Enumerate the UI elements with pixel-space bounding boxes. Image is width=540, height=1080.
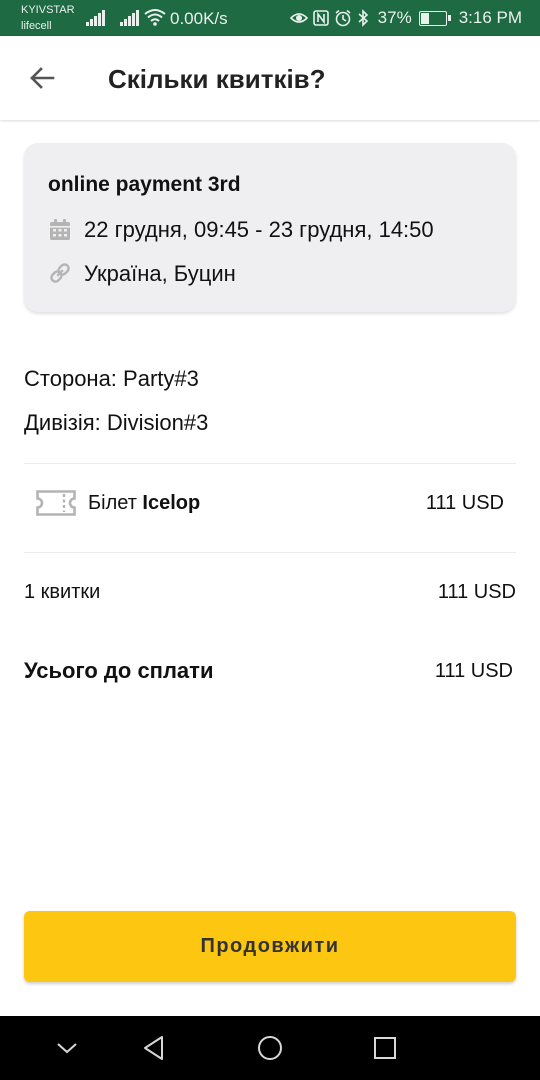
- ticket-prefix: Білет: [88, 492, 137, 514]
- division-info: Дивізія: Division#3: [24, 410, 209, 435]
- nfc-icon: [312, 9, 330, 27]
- page-title: Скільки квитків?: [108, 64, 326, 94]
- arrow-left-icon: [30, 67, 55, 89]
- event-name: online payment 3rd: [48, 173, 241, 196]
- bluetooth-icon: [356, 9, 374, 27]
- battery-icon: [418, 10, 451, 26]
- total-label: Усього до сплати: [24, 658, 214, 683]
- chevron-down-icon[interactable]: [53, 1034, 81, 1062]
- ticket-count-price: 111 USD: [437, 581, 516, 603]
- home-circle-icon[interactable]: [256, 1034, 284, 1062]
- back-button[interactable]: [24, 60, 60, 96]
- divider: [24, 552, 516, 553]
- battery-level-fill: [420, 12, 429, 24]
- calendar-icon: [48, 218, 72, 247]
- battery-percent: 37%: [377, 8, 412, 27]
- ticket-icon: [36, 490, 76, 521]
- alarm-icon: [334, 9, 352, 27]
- navigation-bar: [0, 1016, 540, 1080]
- app-bar: Скільки квитків?: [0, 36, 540, 120]
- event-date-range: 22 грудня, 09:45 - 23 грудня, 14:50: [84, 217, 434, 242]
- eye-icon: [289, 9, 308, 27]
- wifi-icon: [144, 8, 166, 31]
- net-speed: 0.00K/s: [170, 9, 228, 28]
- clock: 3:16 PM: [458, 8, 522, 27]
- ticket-name: Icelop: [142, 492, 201, 514]
- carrier-secondary: lifecell: [21, 20, 52, 32]
- back-triangle-icon[interactable]: [140, 1034, 168, 1062]
- event-location: Україна, Буцин: [84, 261, 236, 286]
- continue-button[interactable]: Продовжити: [24, 911, 516, 982]
- event-card: online payment 3rd 22 грудня, 09:45 - 23…: [24, 143, 516, 312]
- signal-icon: [120, 10, 140, 31]
- ticket-label: Білет Icelop: [88, 492, 200, 515]
- carrier-primary: KYIVSTAR: [21, 4, 75, 16]
- side-info: Сторона: Party#3: [24, 366, 199, 391]
- status-bar: KYIVSTAR lifecell 0.00K/s 37% 3:16 PM: [0, 0, 540, 36]
- link-icon: [48, 261, 72, 290]
- total-price: 111 USD: [434, 660, 513, 682]
- ticket-price: 111 USD: [425, 492, 504, 514]
- signal-icon: [86, 10, 106, 31]
- ticket-count: 1 квитки: [24, 581, 101, 603]
- ticket-row[interactable]: Білет Icelop 111 USD: [24, 464, 516, 552]
- recents-square-icon[interactable]: [371, 1034, 399, 1062]
